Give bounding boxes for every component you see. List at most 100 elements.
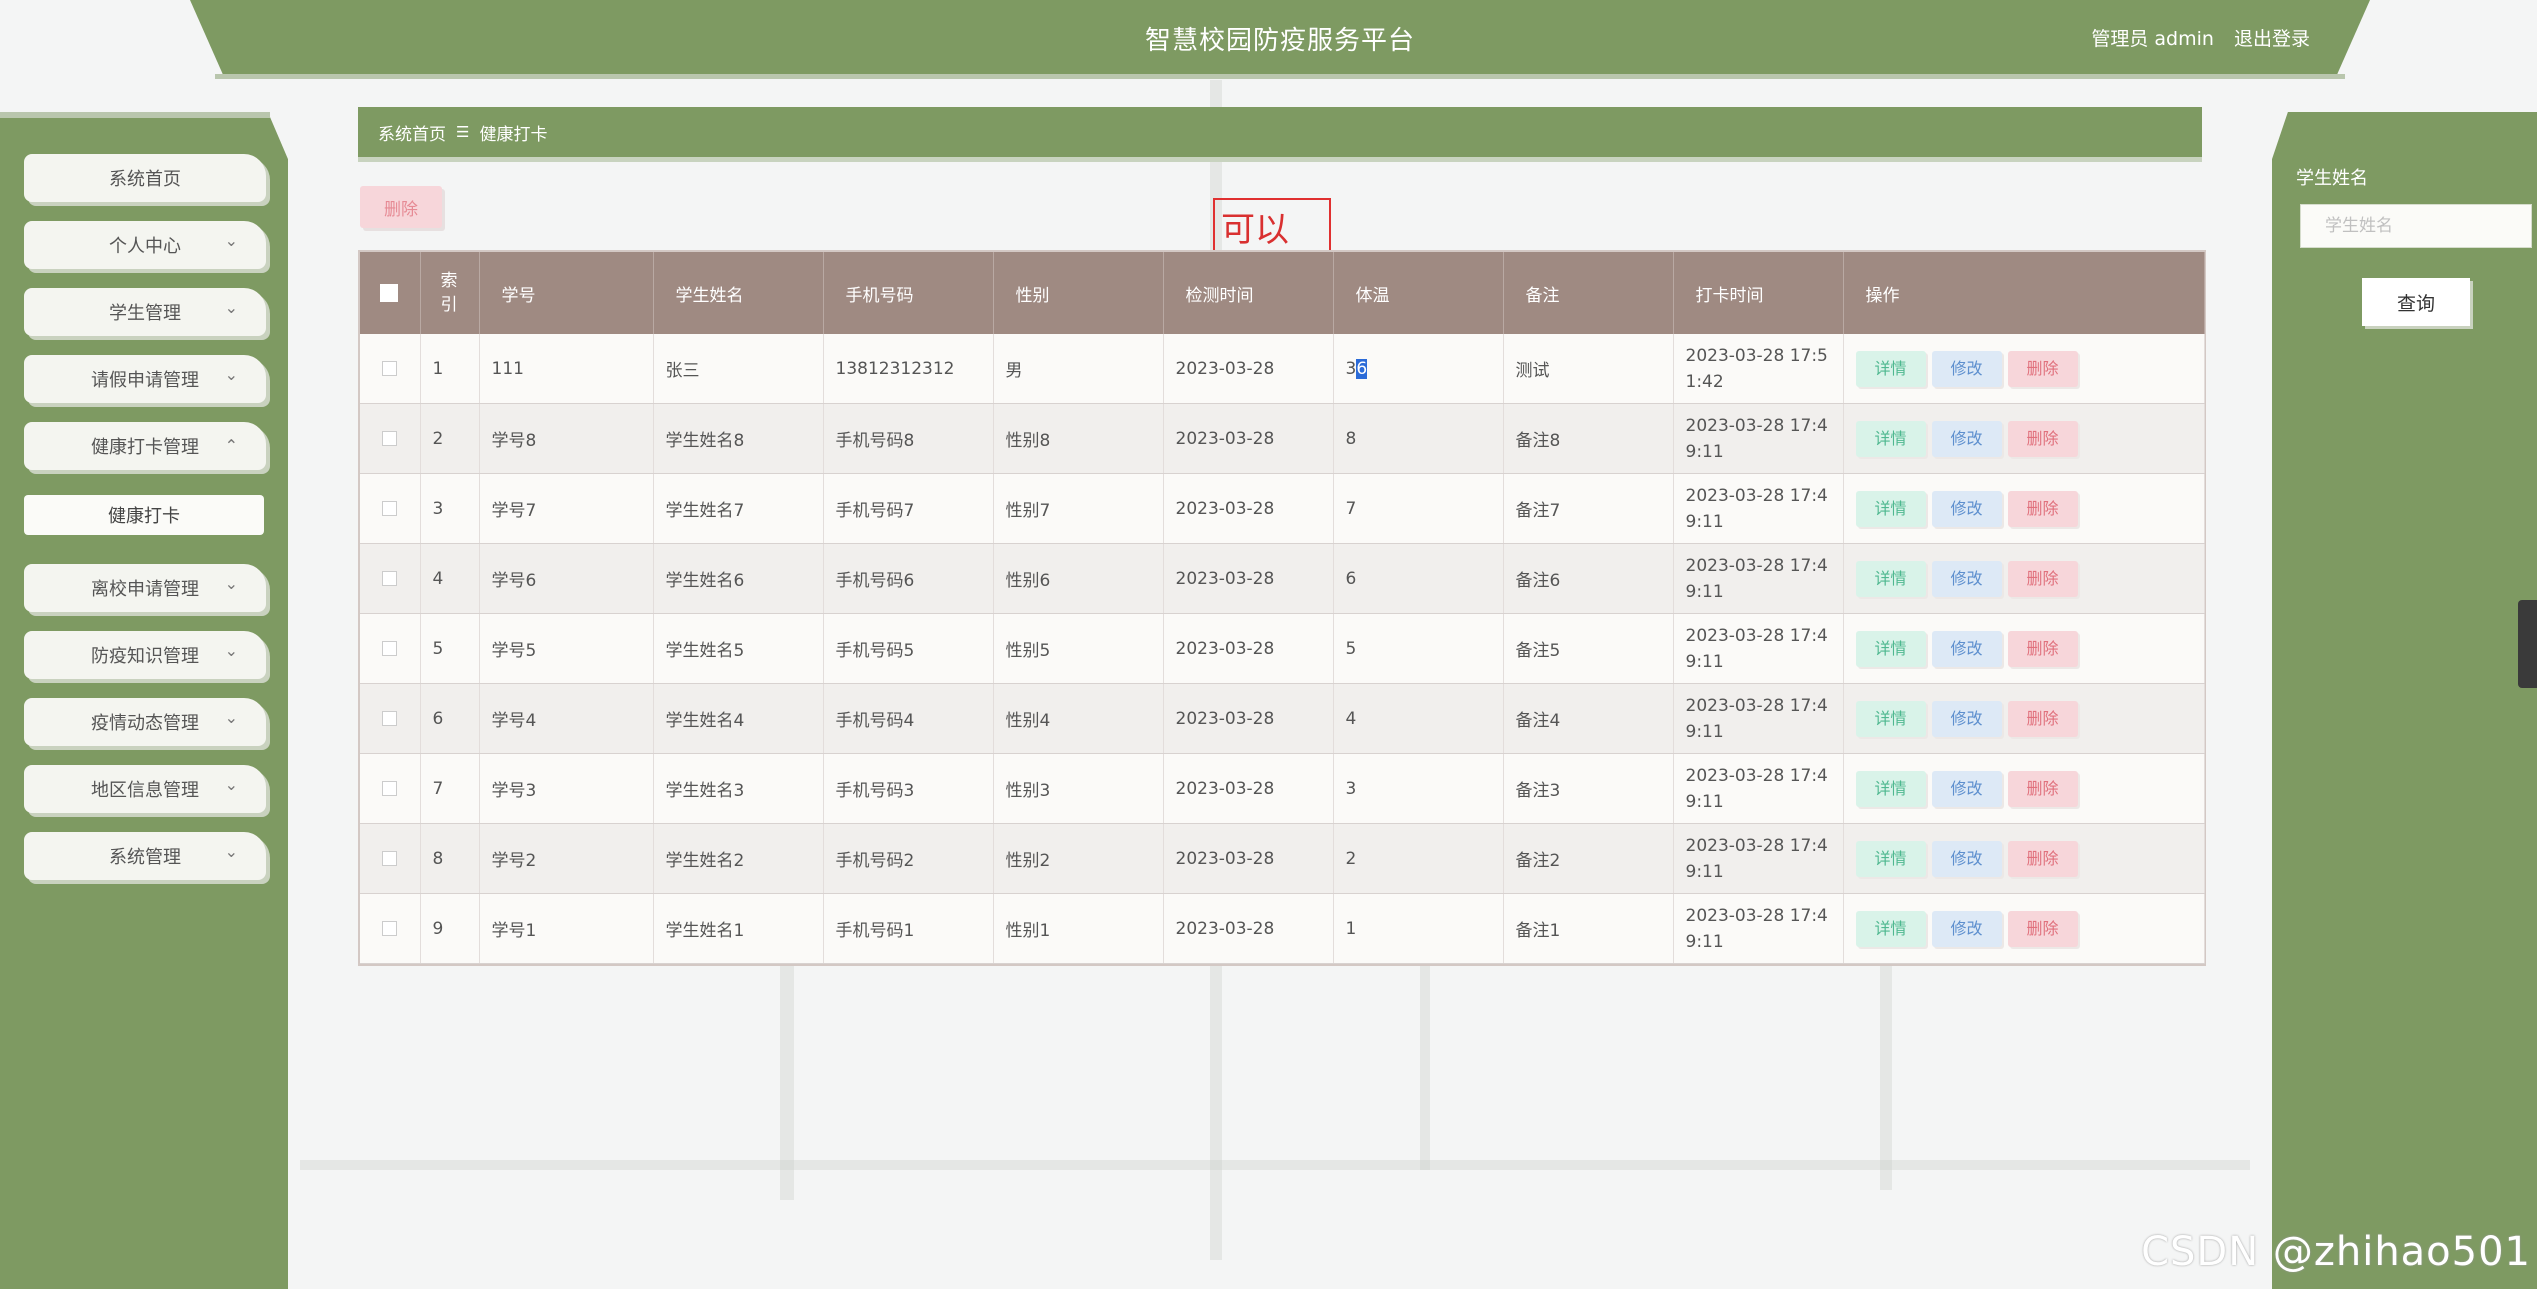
cell-gender: 性别2 [993,823,1164,894]
delete-button[interactable]: 删除 [2007,490,2078,527]
sidebar-item-region-info[interactable]: 地区信息管理 ⌄ [24,765,266,813]
student-name-search-input[interactable] [2300,204,2532,248]
sidebar-item-epidemic-news[interactable]: 疫情动态管理 ⌄ [24,698,266,746]
edit-button[interactable]: 修改 [1931,770,2002,807]
sidebar-subitem-health-checkin[interactable]: 健康打卡 [24,495,264,535]
col-header-note[interactable]: 备注 [1503,252,1674,334]
col-header-temperature[interactable]: 体温 [1333,252,1504,334]
delete-button[interactable]: 删除 [2007,840,2078,877]
col-header-gender[interactable]: 性别 [993,252,1164,334]
cell-actions: 详情 修改 删除 [1843,893,2205,964]
sidebar-item-student-management[interactable]: 学生管理 ⌄ [24,288,266,336]
detail-button[interactable]: 详情 [1855,350,1926,387]
edit-button[interactable]: 修改 [1931,630,2002,667]
cell-student-name: 学生姓名4 [653,683,824,754]
delete-button[interactable]: 删除 [2007,350,2078,387]
detail-button[interactable]: 详情 [1855,840,1926,877]
cell-phone: 13812312312 [823,334,994,404]
admin-label: 管理员 admin [2091,28,2214,50]
chevron-down-icon: ⌄ [224,365,238,384]
edit-button[interactable]: 修改 [1931,700,2002,737]
cell-check-date: 2023-03-28 [1163,893,1334,964]
row-checkbox[interactable] [360,473,421,544]
sidebar-item-home[interactable]: 系统首页 [24,154,266,202]
detail-button[interactable]: 详情 [1855,910,1926,947]
row-checkbox[interactable] [360,543,421,614]
edit-button[interactable]: 修改 [1931,420,2002,457]
detail-button[interactable]: 详情 [1855,700,1926,737]
sidebar-item-epidemic-knowledge[interactable]: 防疫知识管理 ⌄ [24,631,266,679]
cell-checkin-time: 2023-03-28 17:4 9:11 [1673,823,1844,894]
delete-button[interactable]: 删除 [2007,560,2078,597]
edit-button[interactable]: 修改 [1931,560,2002,597]
cell-index: 9 [420,893,480,964]
edit-button[interactable]: 修改 [1931,490,2002,527]
col-header-student-id[interactable]: 学号 [479,252,654,334]
delete-button[interactable]: 删除 [2007,420,2078,457]
cell-student-id: 111 [479,334,654,404]
sidebar-subitem-label: 健康打卡 [108,506,180,527]
delete-button[interactable]: 删除 [2007,770,2078,807]
collapse-handle[interactable] [2518,600,2537,688]
logout-link[interactable]: 退出登录 [2234,28,2310,50]
cell-note: 备注1 [1503,893,1674,964]
edit-button[interactable]: 修改 [1931,910,2002,947]
row-checkbox[interactable] [360,403,421,474]
search-button[interactable]: 查询 [2362,278,2470,326]
cell-student-name: 学生姓名1 [653,893,824,964]
sidebar-item-personal-center[interactable]: 个人中心 ⌄ [24,221,266,269]
cell-student-id: 学号8 [479,403,654,474]
col-header-phone[interactable]: 手机号码 [823,252,994,334]
detail-button[interactable]: 详情 [1855,560,1926,597]
cell-phone: 手机号码6 [823,543,994,614]
cell-note: 备注7 [1503,473,1674,544]
row-checkbox[interactable] [360,893,421,964]
row-checkbox[interactable] [360,823,421,894]
detail-button[interactable]: 详情 [1855,490,1926,527]
delete-button[interactable]: 删除 [2007,630,2078,667]
col-header-checkin-time[interactable]: 打卡时间 [1673,252,1844,334]
row-checkbox[interactable] [360,753,421,824]
cell-check-date: 2023-03-28 [1163,403,1334,474]
row-checkbox[interactable] [360,334,421,404]
checkin-table: 索引 学号 学生姓名 手机号码 性别 检测时间 体温 备注 打卡时间 操作 1 … [358,250,2206,966]
select-all-checkbox[interactable] [360,252,421,334]
cell-phone: 手机号码1 [823,893,994,964]
delete-button[interactable]: 删除 [2007,700,2078,737]
delete-button[interactable]: 删除 [2007,910,2078,947]
cell-check-date: 2023-03-28 [1163,334,1334,404]
sidebar-item-leave-application[interactable]: 请假申请管理 ⌄ [24,355,266,403]
sidebar-item-label: 系统管理 [109,847,181,868]
cell-actions: 详情 修改 删除 [1843,823,2205,894]
col-header-check-date[interactable]: 检测时间 [1163,252,1334,334]
selected-text: 6 [1356,358,1368,379]
table-row: 1 111 张三 13812312312 男 2023-03-28 36 测试 … [360,334,2205,404]
sidebar-item-system-management[interactable]: 系统管理 ⌄ [24,832,266,880]
row-checkbox[interactable] [360,683,421,754]
cell-phone: 手机号码4 [823,683,994,754]
chevron-down-icon: ⌄ [224,641,238,660]
cell-student-name: 学生姓名8 [653,403,824,474]
cell-actions: 详情 修改 删除 [1843,473,2205,544]
cell-check-date: 2023-03-28 [1163,613,1334,684]
row-checkbox[interactable] [360,613,421,684]
detail-button[interactable]: 详情 [1855,770,1926,807]
chevron-down-icon: ⌄ [224,842,238,861]
detail-button[interactable]: 详情 [1855,630,1926,667]
cell-student-name: 学生姓名2 [653,823,824,894]
sidebar-item-health-checkin-management[interactable]: 健康打卡管理 ⌃ [24,422,266,470]
table-row: 3 学号7 学生姓名7 手机号码7 性别7 2023-03-28 7 备注7 2… [360,473,2205,544]
cell-checkin-time: 2023-03-28 17:4 9:11 [1673,893,1844,964]
cell-checkin-time: 2023-03-28 17:4 9:11 [1673,753,1844,824]
cell-student-id: 学号3 [479,753,654,824]
edit-button[interactable]: 修改 [1931,350,2002,387]
header-user-area: 管理员 admin 退出登录 [2077,24,2310,51]
col-header-student-name[interactable]: 学生姓名 [653,252,824,334]
sidebar-item-label: 健康打卡管理 [91,437,199,458]
cell-check-date: 2023-03-28 [1163,473,1334,544]
breadcrumb-home[interactable]: 系统首页 [378,120,446,145]
detail-button[interactable]: 详情 [1855,420,1926,457]
batch-delete-button[interactable]: 删除 [360,186,442,228]
edit-button[interactable]: 修改 [1931,840,2002,877]
sidebar-item-leave-school-application[interactable]: 离校申请管理 ⌄ [24,564,266,612]
